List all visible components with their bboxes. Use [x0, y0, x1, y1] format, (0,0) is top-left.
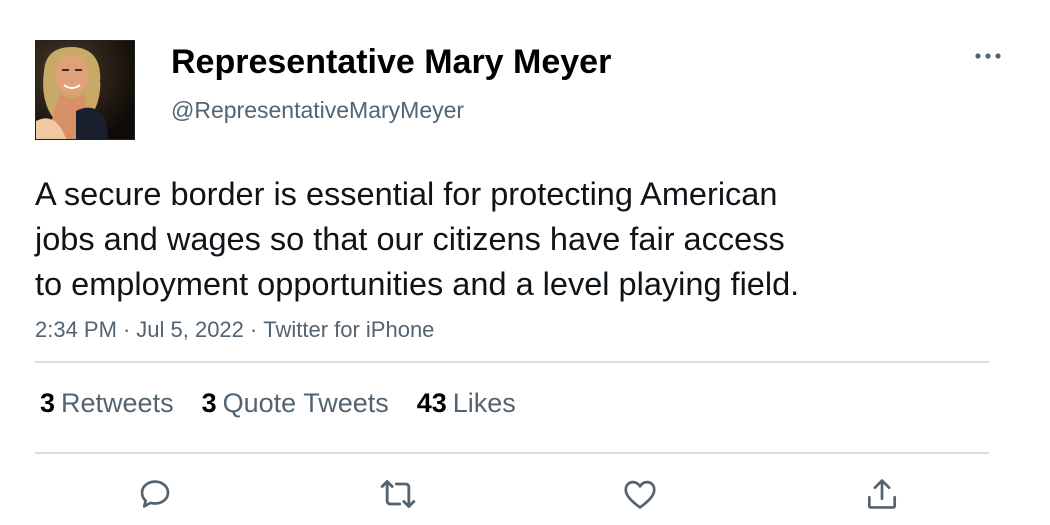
quote-tweets-count: 3: [201, 388, 217, 418]
divider: [35, 452, 989, 454]
tweet-stats: 3 Retweets 3 Quote Tweets 43 Likes: [40, 388, 516, 419]
tweet-metadata: 2:34 PM · Jul 5, 2022 · Twitter for iPhone: [35, 317, 434, 343]
likes-count: 43: [416, 388, 447, 418]
tweet-time[interactable]: 2:34 PM: [35, 317, 117, 342]
reply-button[interactable]: [135, 474, 175, 514]
author-handle[interactable]: @RepresentativeMaryMeyer: [171, 97, 464, 124]
retweets-label: Retweets: [61, 388, 174, 418]
tweet-date[interactable]: Jul 5, 2022: [136, 317, 244, 342]
tweet-text-line: A secure border is essential for protect…: [35, 176, 778, 212]
meta-separator: ·: [122, 317, 131, 342]
divider: [35, 361, 989, 363]
retweets-stat[interactable]: 3 Retweets: [40, 388, 174, 419]
heart-icon: [624, 480, 656, 509]
more-options-icon[interactable]: [972, 44, 1004, 68]
avatar[interactable]: [35, 40, 135, 140]
quote-tweets-label: Quote Tweets: [222, 388, 389, 418]
tweet-text-line: jobs and wages so that our citizens have…: [35, 221, 785, 257]
share-icon: [867, 479, 897, 509]
share-button[interactable]: [862, 474, 902, 514]
likes-label: Likes: [452, 388, 516, 418]
tweet-source[interactable]: Twitter for iPhone: [263, 317, 434, 342]
reply-icon: [140, 480, 170, 508]
retweets-count: 3: [40, 388, 56, 418]
like-button[interactable]: [620, 474, 660, 514]
profile-photo: [36, 41, 134, 139]
retweet-icon: [380, 480, 416, 508]
tweet-text-line: to employment opportunities and a level …: [35, 266, 800, 302]
author-display-name[interactable]: Representative Mary Meyer: [171, 43, 611, 82]
likes-stat[interactable]: 43 Likes: [417, 388, 516, 419]
meta-separator: ·: [249, 317, 258, 342]
tweet-text: A secure border is essential for protect…: [35, 172, 915, 307]
quote-tweets-stat[interactable]: 3 Quote Tweets: [202, 388, 389, 419]
tweet-card: Representative Mary Meyer @Representativ…: [0, 0, 1050, 525]
retweet-button[interactable]: [378, 474, 418, 514]
